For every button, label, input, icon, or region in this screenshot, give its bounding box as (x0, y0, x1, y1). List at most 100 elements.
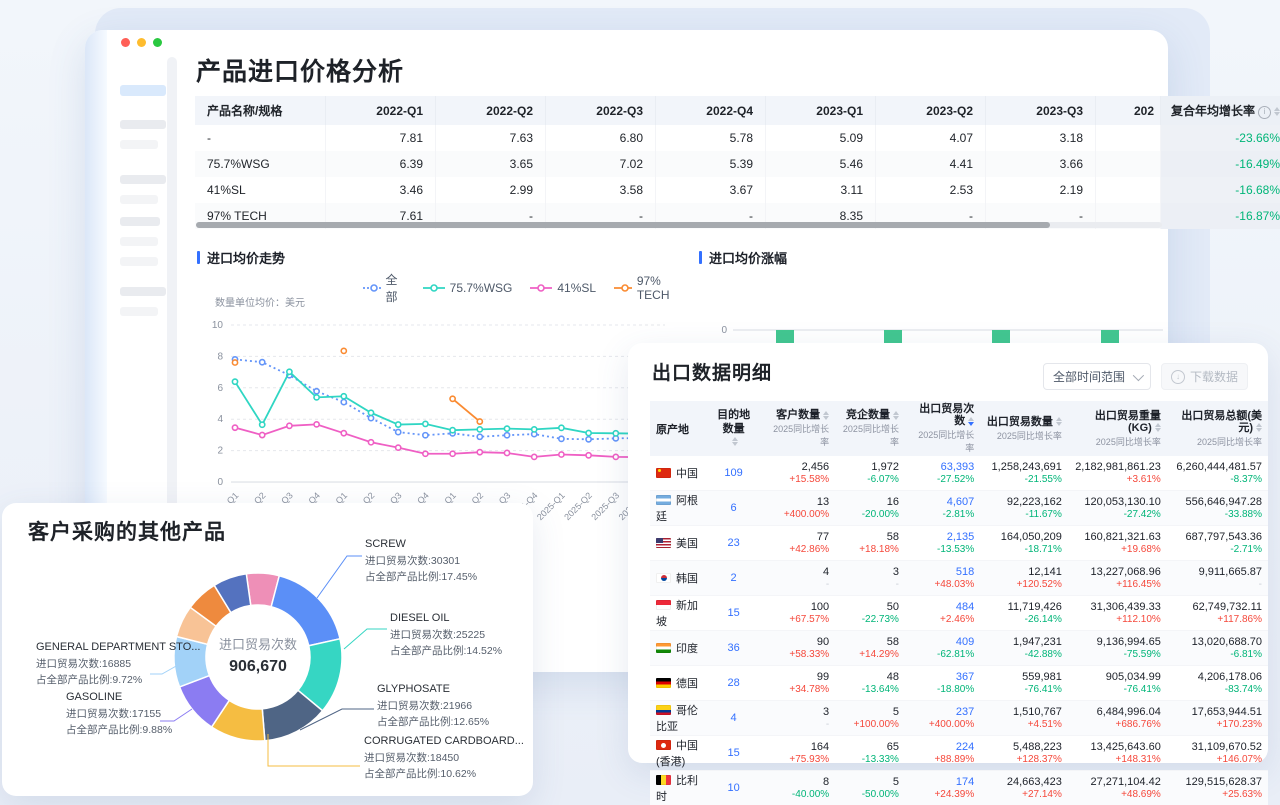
data-point (314, 395, 319, 400)
metric-value: 9,136,994.65 (1074, 636, 1161, 648)
export-column-header[interactable]: 出口贸易数量2025同比增长率 (980, 401, 1068, 456)
legend-item[interactable]: 75.7%WSG (423, 281, 513, 295)
sort-icon[interactable] (893, 411, 899, 420)
download-data-button[interactable]: ↓ 下载数据 (1161, 363, 1248, 390)
destinations-link[interactable]: 23 (727, 537, 739, 549)
data-point (423, 451, 428, 456)
trades-link[interactable]: 63,393 (911, 461, 974, 473)
destinations-link[interactable]: 15 (727, 747, 739, 759)
origin-name: 韩国 (676, 573, 698, 585)
metric-value: 5,488,223 (986, 741, 1062, 753)
metric-value: 50 (841, 601, 899, 613)
sort-icon[interactable] (1155, 423, 1161, 432)
growth-value: -6.81% (1173, 649, 1262, 660)
legend-item[interactable]: 全部 (363, 271, 405, 305)
horizontal-scrollbar[interactable] (196, 222, 1162, 228)
legend-item[interactable]: 41%SL (530, 281, 596, 295)
metric-value: 17,653,944.51 (1173, 706, 1262, 718)
trades-link[interactable]: 4,607 (911, 496, 974, 508)
export-table-row: 美国2377+42.86%58+18.18%2,135-13.53%164,05… (650, 526, 1268, 561)
export-column-header[interactable]: 目的地数量 (706, 401, 761, 456)
trades-link[interactable]: 367 (911, 671, 974, 683)
import-price-table: 产品名称/规格2022-Q12022-Q22022-Q32022-Q42023-… (195, 96, 1163, 229)
trades-link[interactable]: 409 (911, 636, 974, 648)
trades-link[interactable]: 518 (911, 566, 974, 578)
clipped-cell (1096, 151, 1161, 177)
legend-item[interactable]: 97% TECH (614, 274, 685, 302)
growth-value: -2.71% (1173, 544, 1262, 555)
trades-link[interactable]: 237 (911, 706, 974, 718)
growth-value: +146.07% (1173, 754, 1262, 765)
dashboard-background: 产品进口价格分析 产品名称/规格2022-Q12022-Q22022-Q3202… (0, 0, 1280, 805)
destinations-link[interactable]: 4 (731, 712, 737, 724)
destinations-link[interactable]: 36 (727, 642, 739, 654)
trades-link[interactable]: 174 (911, 776, 974, 788)
data-point (368, 440, 373, 445)
data-point (477, 427, 482, 432)
zoom-button[interactable] (153, 38, 162, 47)
destinations-link[interactable]: 28 (727, 677, 739, 689)
data-point (504, 426, 509, 431)
donut-label: GLYPHOSATE (377, 683, 450, 695)
cagr-cell: -16.68% (1161, 177, 1280, 203)
data-point (368, 416, 373, 421)
trades-link[interactable]: 2,135 (911, 531, 974, 543)
export-column-header: 原产地 (650, 401, 706, 456)
data-point (341, 394, 346, 399)
export-table-row: 韩国24-3-518+48.03%12,141+120.52%13,227,06… (650, 561, 1268, 596)
growth-value: +58.33% (767, 649, 829, 660)
page-title: 产品进口价格分析 (196, 52, 404, 88)
trades-link[interactable]: 224 (911, 741, 974, 753)
export-table-row: 阿根廷613+400.00%16-20.00%4,607-2.81%92,223… (650, 491, 1268, 526)
destinations-link[interactable]: 6 (731, 502, 737, 514)
growth-value: +67.57% (767, 614, 829, 625)
trades-link[interactable]: 484 (911, 601, 974, 613)
metric-value: 58 (841, 531, 899, 543)
sort-icon[interactable] (823, 411, 829, 420)
minimize-button[interactable] (137, 38, 146, 47)
destinations-link[interactable]: 10 (727, 782, 739, 794)
donut-label: 占全部产品比例:9.88% (66, 723, 172, 736)
time-range-select[interactable]: 全部时间范围 (1043, 363, 1151, 390)
growth-value: +19.68% (1074, 544, 1161, 555)
origin-name: 德国 (676, 678, 698, 690)
close-button[interactable] (121, 38, 130, 47)
export-column-header[interactable]: 出口贸易重量(KG)2025同比增长率 (1068, 401, 1167, 456)
metric-value: 92,223,162 (986, 496, 1062, 508)
metric-value: 1,258,243,691 (986, 461, 1062, 473)
price-cell: 3.11 (766, 177, 876, 203)
export-column-header[interactable]: 出口贸易总额(美元)2025同比增长率 (1167, 401, 1268, 456)
svg-text:0: 0 (217, 477, 223, 488)
growth-value: -27.42% (1074, 509, 1161, 520)
sort-icon[interactable] (1056, 417, 1062, 426)
donut-chart: SCREW进口贸易次数:30301占全部产品比例:17.45%DIESEL OI… (2, 529, 533, 796)
sort-icon[interactable] (968, 417, 974, 426)
label-connector (268, 734, 360, 766)
price-cell: 2.19 (986, 177, 1096, 203)
sort-icon[interactable] (732, 437, 738, 446)
export-column-header[interactable]: 出口贸易次数2025同比增长率 (905, 401, 980, 456)
data-point (260, 432, 265, 437)
scrollbar-thumb[interactable] (196, 222, 1050, 228)
growth-value: -2.81% (911, 509, 974, 520)
metric-value: 13,425,643.60 (1074, 741, 1161, 753)
export-column-header[interactable]: 客户数量2025同比增长率 (761, 401, 835, 456)
growth-value: - (1173, 579, 1262, 590)
column-header-cagr[interactable]: 复合年均增长率i (1161, 96, 1280, 125)
export-table-row: 比利时108-40.00%5-50.00%174+24.39%24,663,42… (650, 771, 1268, 805)
export-column-header[interactable]: 竞企数量2025同比增长率 (835, 401, 905, 456)
metric-value: 3 (841, 566, 899, 578)
trend-chart-panel: 进口均价走势 全部75.7%WSG41%SL97% TECH 数量单位均价：美元… (195, 244, 685, 534)
destinations-link[interactable]: 2 (731, 572, 737, 584)
donut-slice[interactable] (271, 576, 340, 646)
destinations-link[interactable]: 15 (727, 607, 739, 619)
sort-icon[interactable] (1256, 423, 1262, 432)
growth-value: -22.73% (841, 614, 899, 625)
data-point (232, 425, 237, 430)
svg-text:0: 0 (721, 325, 727, 336)
growth-value: +27.14% (986, 789, 1062, 800)
sort-icon[interactable] (1274, 107, 1280, 116)
destinations-link[interactable]: 109 (724, 467, 742, 479)
download-label: 下载数据 (1190, 368, 1238, 385)
clipped-cell (1096, 125, 1161, 151)
